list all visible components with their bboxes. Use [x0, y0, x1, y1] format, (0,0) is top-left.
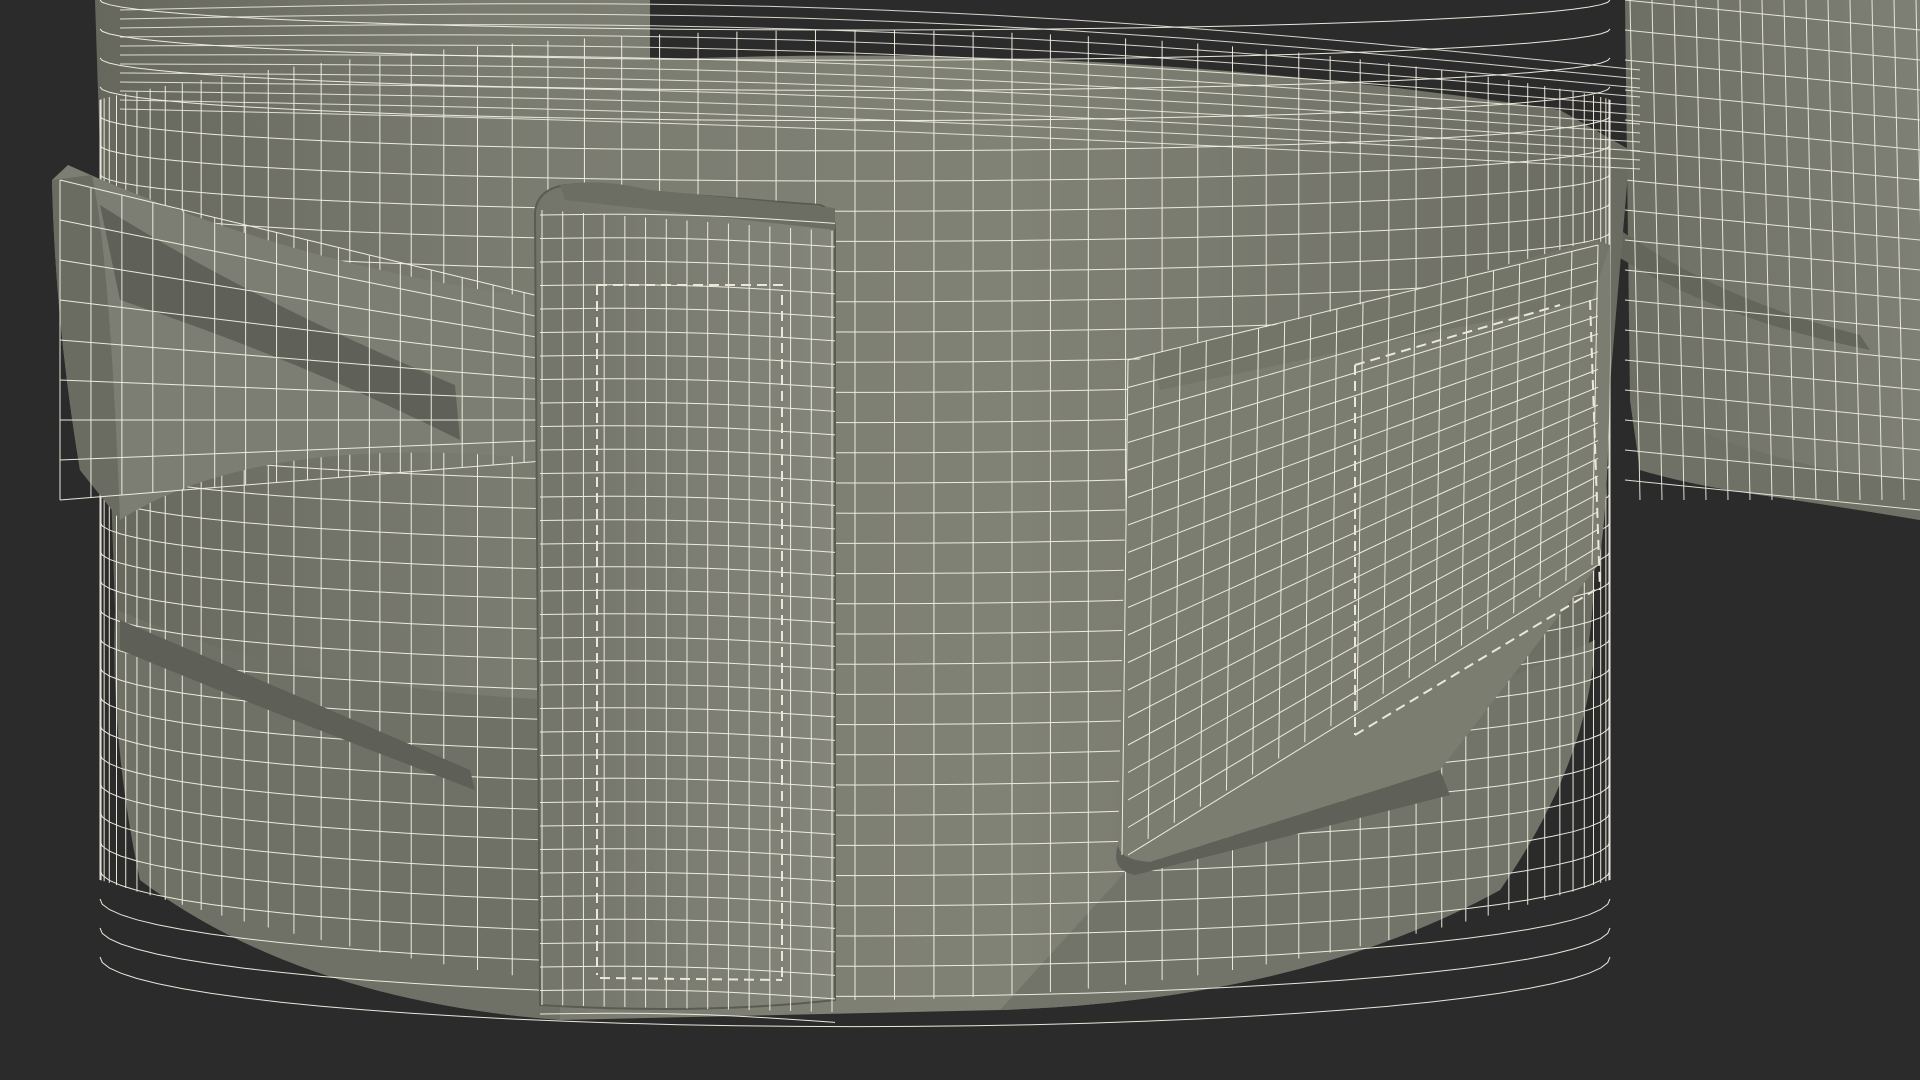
- render-viewport: [0, 0, 1920, 1080]
- velcro-tab-center: [533, 182, 836, 1023]
- wireframe-scene: [0, 0, 1920, 1080]
- secondary-bandage-roll: [1615, 0, 1920, 520]
